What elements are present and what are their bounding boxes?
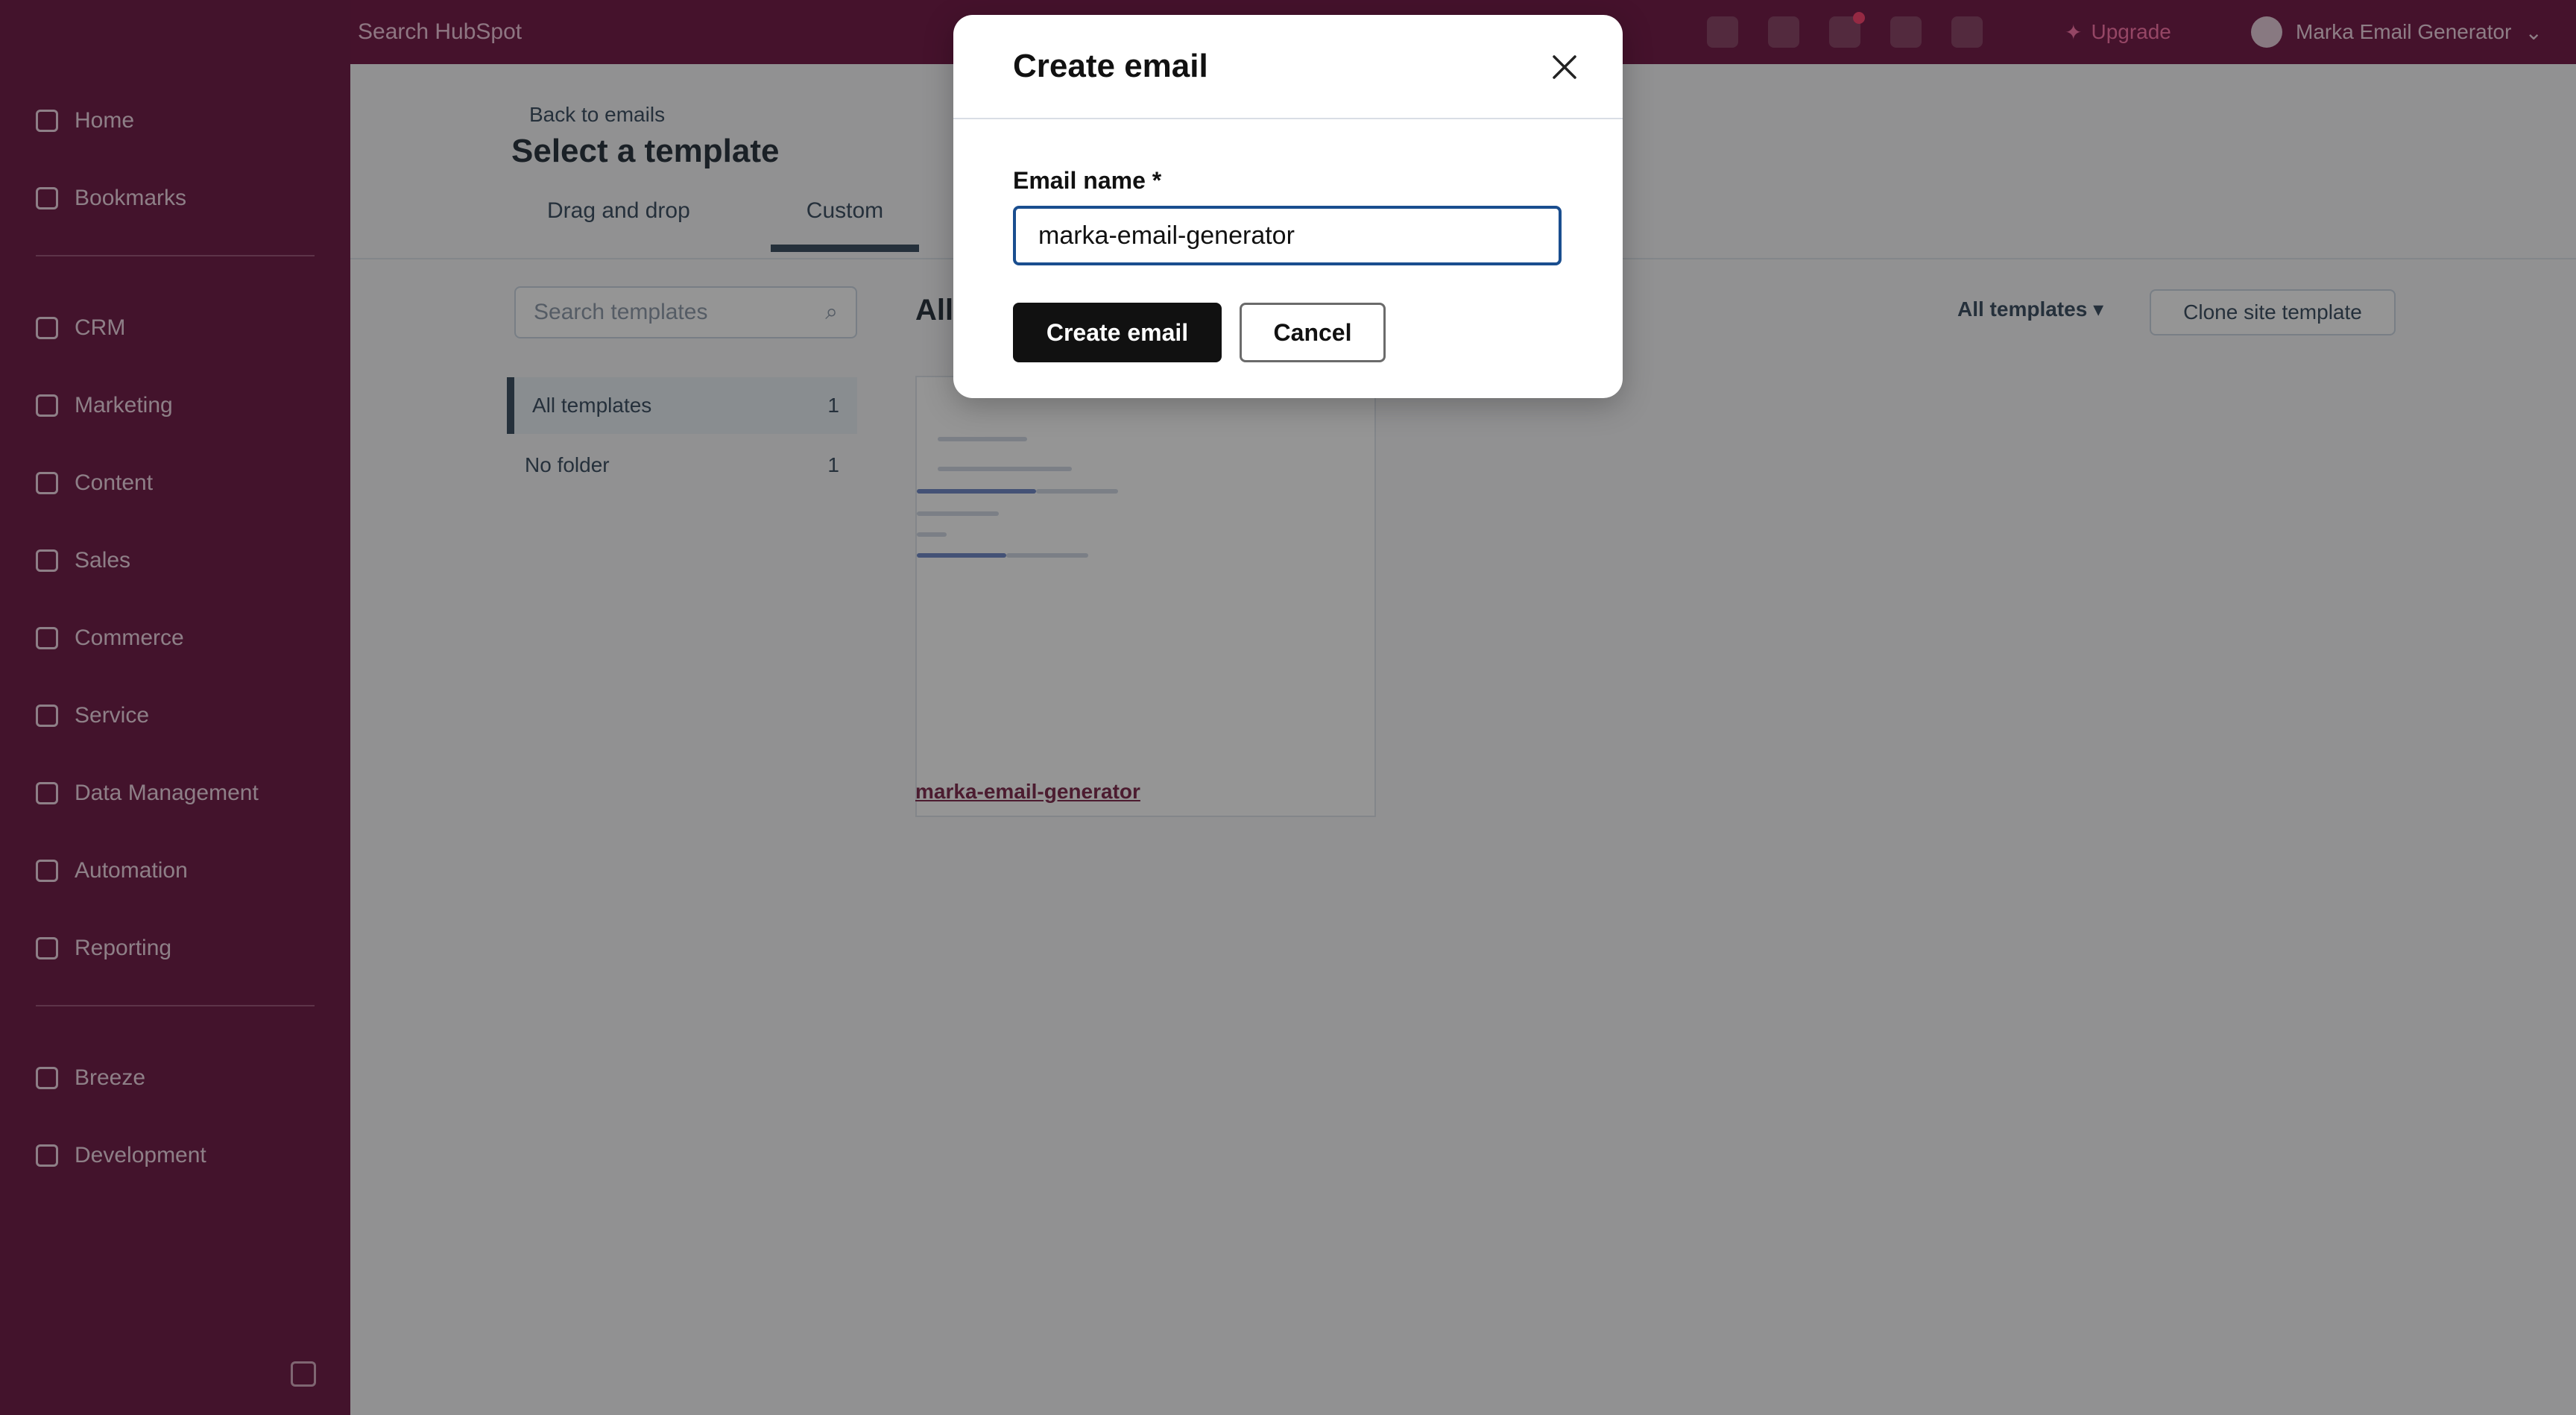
email-name-field[interactable] (1013, 206, 1562, 265)
dialog-header: Create email (953, 15, 1623, 119)
dialog-title: Create email (1013, 48, 1208, 84)
cancel-button[interactable]: Cancel (1240, 303, 1386, 362)
close-icon[interactable] (1550, 52, 1579, 82)
create-email-dialog: Create email Email name * Create email C… (953, 15, 1623, 398)
create-email-button[interactable]: Create email (1013, 303, 1222, 362)
email-name-label: Email name * (1013, 167, 1162, 194)
